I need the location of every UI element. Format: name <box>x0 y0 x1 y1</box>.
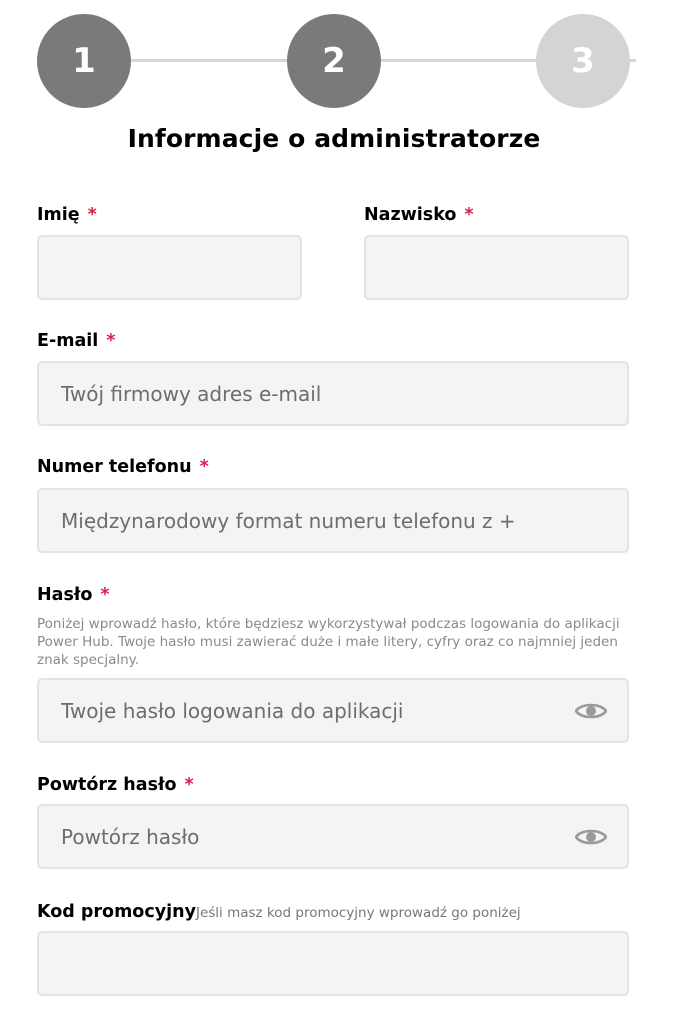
step-2-circle: 2 <box>287 14 381 108</box>
first-name-input[interactable] <box>39 237 300 298</box>
password-repeat-label: Powtórz hasło * <box>37 775 194 795</box>
required-marker: * <box>87 205 97 225</box>
page-title: Informacje o administratorze <box>127 124 541 153</box>
password-label: Hasło * <box>37 585 110 605</box>
required-marker: * <box>106 331 116 351</box>
last-name-field <box>364 235 629 300</box>
step-1-circle: 1 <box>37 14 131 108</box>
email-label-text: E-mail <box>37 331 99 351</box>
required-marker: * <box>464 205 474 225</box>
eye-icon[interactable] <box>575 827 607 847</box>
phone-input[interactable] <box>39 490 627 551</box>
phone-label: Numer telefonu * <box>37 457 209 477</box>
password-repeat-label-text: Powtórz hasło <box>37 775 177 795</box>
required-marker: * <box>100 585 110 605</box>
promo-code-label: Kod promocyjnyJeśli masz kod promocyjny … <box>37 902 521 922</box>
promo-code-input[interactable] <box>39 933 627 994</box>
email-field <box>37 361 629 426</box>
first-name-field <box>37 235 302 300</box>
step-connector-2 <box>378 59 540 62</box>
step-connector-1 <box>128 59 290 62</box>
last-name-input[interactable] <box>366 237 627 298</box>
phone-field <box>37 488 629 553</box>
last-name-label-text: Nazwisko <box>364 205 457 225</box>
progress-stepper: 1 2 3 <box>0 0 695 110</box>
required-marker: * <box>199 457 209 477</box>
first-name-label: Imię * <box>37 205 97 225</box>
required-marker: * <box>184 775 194 795</box>
promo-code-field <box>37 931 629 996</box>
promo-code-hint: Jeśli masz kod promocyjny wprowadź go po… <box>195 905 521 921</box>
password-repeat-field <box>37 804 629 869</box>
password-label-text: Hasło <box>37 585 93 605</box>
password-field <box>37 678 629 743</box>
phone-label-text: Numer telefonu <box>37 457 192 477</box>
promo-code-label-text: Kod promocyjny <box>37 902 196 922</box>
last-name-label: Nazwisko * <box>364 205 474 225</box>
password-repeat-input[interactable] <box>39 806 627 867</box>
first-name-label-text: Imię <box>37 205 80 225</box>
password-help-text: Poniżej wprowadź hasło, które będziesz w… <box>37 616 620 668</box>
email-input[interactable] <box>39 363 627 424</box>
email-label: E-mail * <box>37 331 115 351</box>
eye-icon[interactable] <box>575 701 607 721</box>
step-3-circle: 3 <box>536 14 630 108</box>
password-input[interactable] <box>39 680 627 741</box>
